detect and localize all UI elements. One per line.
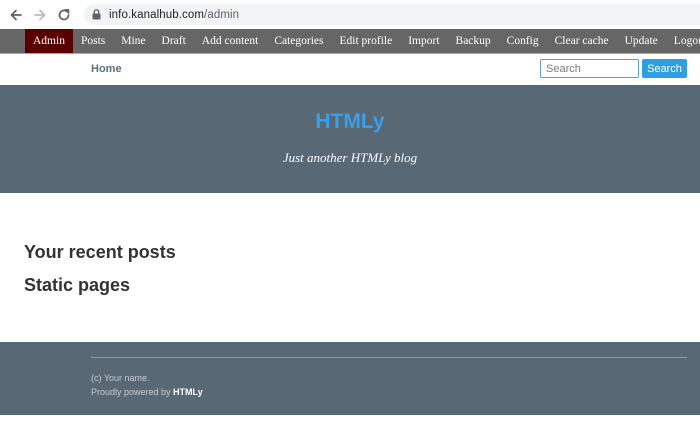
admin-link-mine[interactable]: Mine [113, 29, 153, 53]
admin-link-categories[interactable]: Categories [266, 29, 331, 53]
url-path: /admin [204, 8, 240, 21]
admin-link-clear-cache[interactable]: Clear cache [547, 29, 617, 53]
site-header: HTMLy Just another HTMLy blog [0, 85, 700, 193]
admin-link-backup[interactable]: Backup [448, 29, 499, 53]
browser-toolbar: info.kanalhub.com/admin [0, 0, 700, 29]
admin-link-draft[interactable]: Draft [154, 29, 194, 53]
powered-by-link[interactable]: HTMLy [173, 387, 203, 397]
main-content: Your recent posts Static pages [0, 193, 700, 342]
admin-link-add-content[interactable]: Add content [194, 29, 267, 53]
lock-icon[interactable] [91, 9, 101, 21]
footer-divider [91, 357, 687, 358]
footer-powered-by: Proudly powered by HTMLy [91, 387, 203, 397]
admin-link-posts[interactable]: Posts [73, 29, 113, 53]
address-bar[interactable]: info.kanalhub.com/admin [84, 4, 700, 25]
admin-link-edit-profile[interactable]: Edit profile [332, 29, 401, 53]
static-pages-heading: Static pages [24, 275, 131, 295]
search-input[interactable] [540, 59, 639, 78]
admin-toolbar: Admin Posts Mine Draft Add content Categ… [0, 29, 700, 57]
footer-copyright: (c) Your name. [91, 373, 150, 383]
search-button[interactable]: Search [642, 59, 687, 78]
site-footer: (c) Your name. Proudly powered by HTMLy [0, 342, 700, 415]
reload-icon[interactable] [54, 5, 74, 25]
admin-link-config[interactable]: Config [499, 29, 547, 53]
recent-posts-heading: Your recent posts [24, 242, 176, 262]
url-host: info.kanalhub.com [109, 8, 205, 21]
admin-link-update[interactable]: Update [617, 29, 666, 53]
site-title-link[interactable]: HTMLy [0, 110, 700, 134]
powered-by-text: Proudly powered by [91, 387, 174, 397]
back-arrow-icon[interactable] [6, 5, 26, 25]
forward-arrow-icon[interactable] [30, 5, 50, 25]
admin-link-admin[interactable]: Admin [25, 29, 73, 53]
site-nav: Home Search [0, 54, 700, 85]
admin-link-import[interactable]: Import [400, 29, 447, 53]
url-text: info.kanalhub.com/admin [109, 9, 239, 21]
admin-link-logout[interactable]: Logout [666, 29, 700, 53]
nav-home-link[interactable]: Home [91, 63, 122, 75]
site-tagline: Just another HTMLy blog [282, 150, 418, 165]
page-bottom [0, 415, 700, 425]
